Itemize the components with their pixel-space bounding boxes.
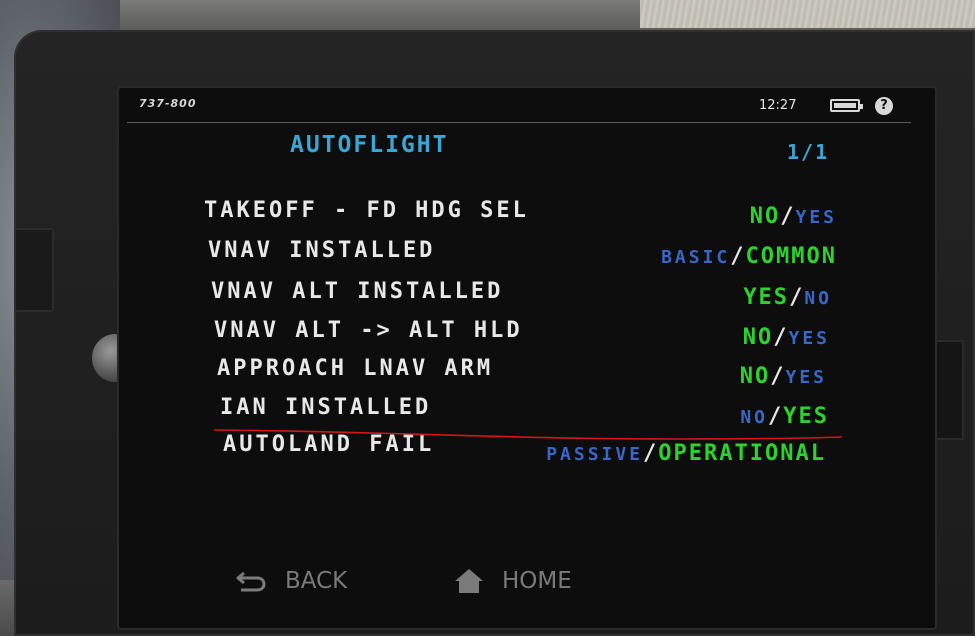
- option-separator: /: [768, 404, 784, 429]
- option-toggle[interactable]: NO/YES: [740, 404, 829, 429]
- option-first-choice[interactable]: NO: [750, 204, 781, 229]
- option-first-choice[interactable]: PASSIVE: [546, 444, 643, 465]
- option-toggle[interactable]: NO/YES: [750, 204, 837, 229]
- back-arrow-icon: [236, 571, 266, 592]
- option-toggle[interactable]: NO/YES: [740, 364, 827, 389]
- option-toggle[interactable]: BASIC/COMMON: [661, 244, 837, 269]
- option-separator: /: [643, 441, 659, 466]
- clock: 12:27: [759, 98, 797, 113]
- tablet-mount-clip: [14, 228, 54, 312]
- option-second-choice[interactable]: YES: [783, 404, 829, 429]
- aircraft-model-label: 737-800: [139, 97, 197, 110]
- battery-icon: [830, 99, 863, 112]
- option-toggle[interactable]: NO/YES: [743, 325, 830, 350]
- option-label: VNAV ALT INSTALLED: [211, 279, 504, 304]
- page-number: 1/1: [787, 140, 830, 164]
- option-toggle[interactable]: YES/NO: [743, 285, 832, 310]
- option-first-choice[interactable]: BASIC: [661, 247, 730, 268]
- help-icon[interactable]: ?: [875, 97, 893, 115]
- home-label: HOME: [502, 568, 572, 594]
- option-separator: /: [780, 204, 796, 229]
- option-separator: /: [789, 285, 805, 310]
- option-second-choice[interactable]: OPERATIONAL: [658, 441, 826, 466]
- option-label: TAKEOFF - FD HDG SEL: [204, 198, 529, 223]
- cockpit-panel-top-right: [640, 0, 975, 28]
- page-title: AUTOFLIGHT: [290, 132, 449, 158]
- option-separator: /: [730, 244, 746, 269]
- back-label: BACK: [285, 568, 348, 594]
- option-toggle[interactable]: PASSIVE/OPERATIONAL: [546, 441, 826, 466]
- option-first-choice[interactable]: YES: [743, 285, 789, 310]
- option-separator: /: [770, 364, 786, 389]
- option-first-choice[interactable]: NO: [740, 364, 771, 389]
- option-second-choice[interactable]: YES: [795, 207, 837, 228]
- back-button[interactable]: BACK: [235, 568, 347, 594]
- option-label: VNAV ALT -> ALT HLD: [214, 318, 523, 343]
- option-label: APPROACH LNAV ARM: [217, 356, 494, 381]
- annotation-underline: [214, 429, 842, 440]
- option-first-choice[interactable]: NO: [743, 325, 774, 350]
- status-bar-divider: [127, 122, 911, 123]
- option-second-choice[interactable]: YES: [785, 367, 827, 388]
- status-bar: 737-800 12:27 ?: [119, 88, 935, 122]
- option-second-choice[interactable]: NO: [804, 288, 832, 309]
- home-button[interactable]: HOME: [454, 568, 572, 594]
- option-second-choice[interactable]: YES: [788, 328, 830, 349]
- home-icon: [455, 569, 483, 593]
- option-separator: /: [773, 325, 789, 350]
- option-label: IAN INSTALLED: [220, 395, 432, 420]
- option-label: VNAV INSTALLED: [208, 238, 436, 263]
- option-first-choice[interactable]: NO: [740, 407, 768, 428]
- option-second-choice[interactable]: COMMON: [746, 244, 837, 269]
- efb-screen: 737-800 12:27 ? AUTOFLIGHT 1/1 TAKEOFF -…: [117, 86, 937, 630]
